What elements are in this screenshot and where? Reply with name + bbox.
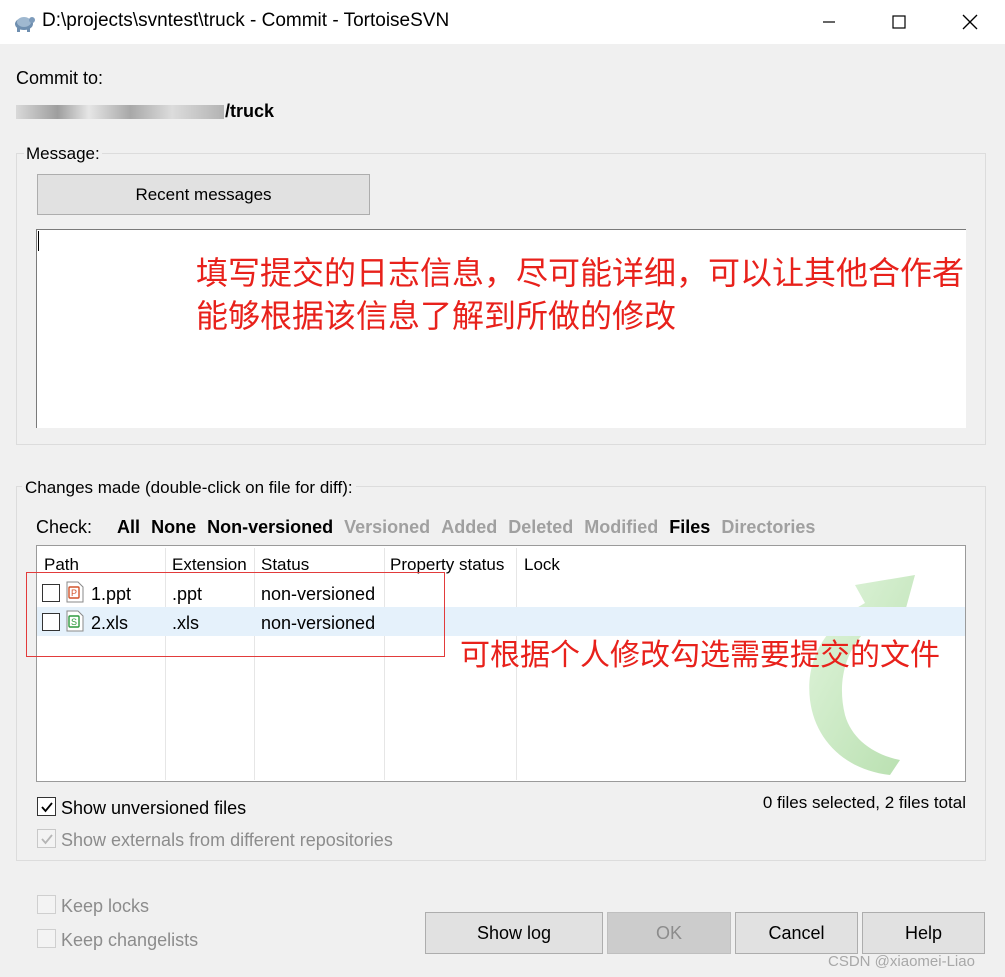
show-unversioned-checkbox[interactable]: [37, 797, 56, 816]
check-all-link[interactable]: All: [117, 517, 140, 537]
message-annotation-line2: 能够根据该信息了解到所做的修改: [196, 298, 677, 334]
file-list-annotation: 可根据个人修改勾选需要提交的文件: [460, 639, 940, 672]
show-externals-label: Show externals from different repositori…: [61, 830, 393, 850]
commit-url: /truck: [16, 101, 274, 122]
commit-to-label: Commit to:: [16, 68, 104, 88]
maximize-button[interactable]: [864, 0, 934, 44]
keep-changelists-checkbox: [37, 929, 56, 948]
changes-group-label: Changes made (double-click on file for d…: [22, 478, 356, 498]
message-annotation: 填写提交的日志信息，尽可能详细，可以让其他合作者 能够根据该信息了解到所做的修改: [196, 252, 976, 338]
check-none-link[interactable]: None: [151, 517, 196, 537]
csdn-watermark: CSDN @xiaomei-Liao: [828, 953, 975, 970]
maximize-icon: [892, 15, 906, 29]
checkmark-icon: [40, 801, 53, 812]
message-group-label: Message:: [24, 144, 102, 164]
close-button[interactable]: [935, 0, 1005, 44]
text-caret: [38, 231, 39, 251]
recent-messages-button[interactable]: Recent messages: [37, 174, 370, 215]
checkmark-icon: [40, 833, 53, 844]
keep-locks-label: Keep locks: [61, 896, 150, 916]
message-annotation-line1: 填写提交的日志信息，尽可能详细，可以让其他合作者: [196, 255, 965, 291]
check-added-link: Added: [441, 517, 498, 537]
show-unversioned-label[interactable]: Show unversioned files: [61, 798, 246, 819]
check-versioned-link: Versioned: [344, 517, 431, 537]
cancel-button[interactable]: Cancel: [735, 912, 858, 954]
check-nonversioned-link[interactable]: Non-versioned: [207, 517, 333, 537]
minimize-icon: [823, 21, 835, 23]
keep-changelists-label: Keep changelists: [61, 930, 199, 950]
column-header-lock[interactable]: Lock: [524, 555, 560, 575]
check-deleted-link: Deleted: [508, 517, 574, 537]
keep-locks-checkbox: [37, 895, 56, 914]
annotation-highlight-box: [26, 572, 445, 657]
check-modified-link: Modified: [584, 517, 659, 537]
files-count-status: 0 files selected, 2 files total: [762, 793, 966, 812]
check-filter-row: Check: All None Non-versioned Versioned …: [36, 517, 821, 538]
check-label: Check:: [36, 517, 93, 537]
redacted-url-blur: [16, 105, 224, 120]
ok-button: OK: [607, 912, 731, 954]
show-externals-checkbox: [37, 829, 56, 848]
close-icon: [962, 14, 978, 30]
window-title: D:\projects\svntest\truck - Commit - Tor…: [42, 10, 450, 31]
check-files-link[interactable]: Files: [669, 517, 710, 537]
tortoisesvn-app-icon: [15, 17, 35, 32]
show-log-button[interactable]: Show log: [425, 912, 603, 954]
help-button[interactable]: Help: [862, 912, 985, 954]
commit-url-suffix: /truck: [225, 101, 275, 121]
minimize-button[interactable]: [794, 0, 864, 44]
check-directories-link: Directories: [721, 517, 816, 537]
